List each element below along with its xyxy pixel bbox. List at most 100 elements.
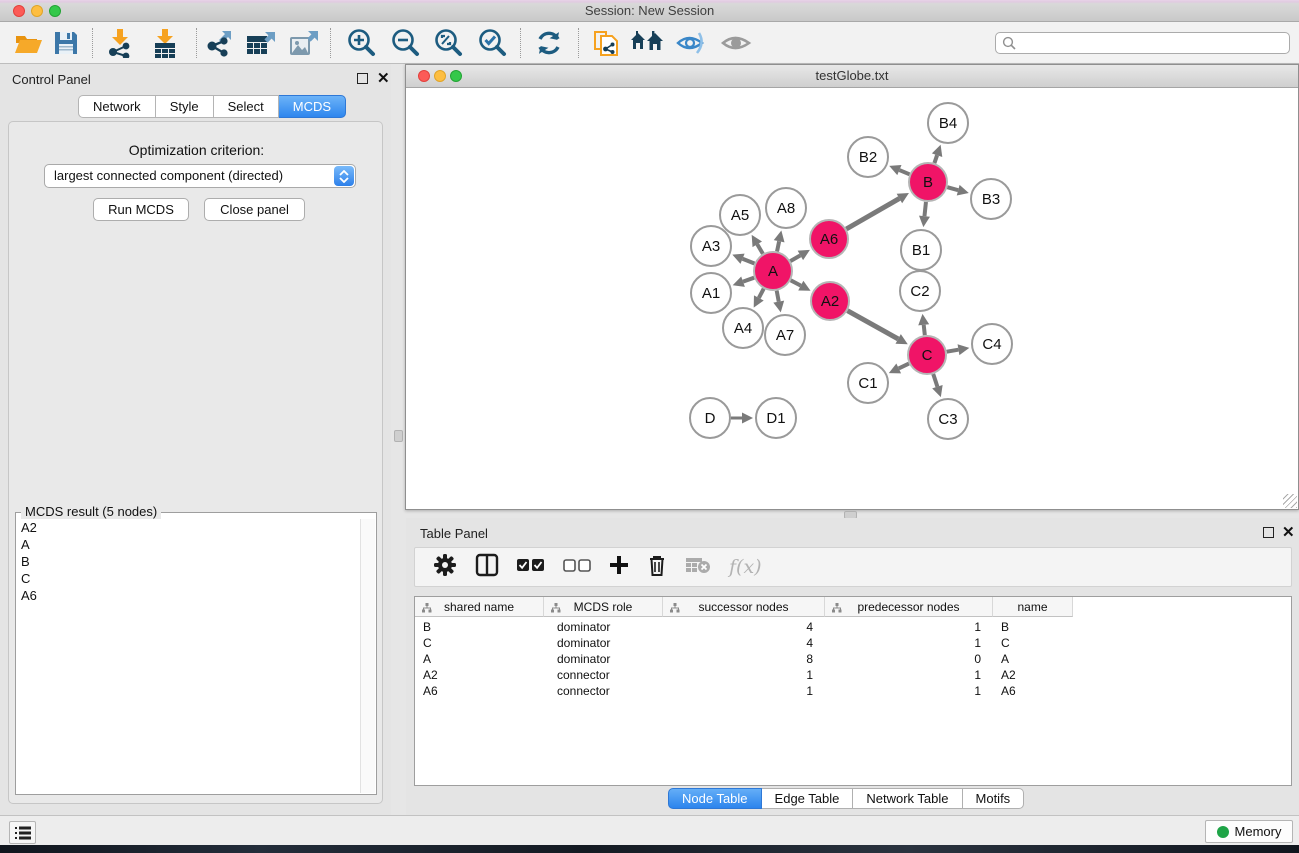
cell-name: A [1001,651,1009,667]
network-canvas[interactable]: AA1A2A3A4A5A6A7A8BB1B2B3B4CC1C2C3C4DD1 [406,88,1298,509]
edge-A-A1[interactable] [743,278,754,282]
tab-edge-table[interactable]: Edge Table [762,788,854,809]
network-graph[interactable]: AA1A2A3A4A5A6A7A8BB1B2B3B4CC1C2C3C4DD1 [406,88,1298,509]
delete-column-icon[interactable] [647,554,667,581]
table-row-A[interactable]: Adominator80A [415,651,1073,667]
edge-A-A3[interactable] [743,259,755,264]
close-network-button[interactable] [418,70,430,82]
function-builder-icon[interactable]: f(x) [729,556,762,578]
zoom-network-button[interactable] [450,70,462,82]
edge-A-A2[interactable] [791,280,801,285]
node-label-B4: B4 [939,115,957,132]
column-header-shared-name[interactable]: shared name [415,597,544,617]
import-table-icon[interactable] [147,27,183,59]
minimize-network-button[interactable] [434,70,446,82]
zoom-selected-icon[interactable] [474,27,510,59]
edge-A-A5[interactable] [757,244,763,253]
show-all-icon[interactable] [718,27,754,59]
minimize-window-button[interactable] [31,5,43,17]
table-row-A6[interactable]: A6connector11A6 [415,683,1073,699]
result-list-scrollbar[interactable] [360,519,375,793]
node-label-B2: B2 [859,149,877,166]
edge-B-B4[interactable] [934,155,937,163]
optimization-criterion-select[interactable]: largest connected component (directed) [44,164,356,188]
toolbar-separator [578,28,579,58]
edge-B-B2[interactable] [899,170,909,174]
close-table-panel-icon[interactable]: ✕ [1282,527,1295,538]
tab-network-table[interactable]: Network Table [853,788,962,809]
task-history-button[interactable] [9,821,36,844]
edge-C-C4[interactable] [947,350,959,352]
close-window-button[interactable] [13,5,25,17]
table-row-A2[interactable]: A2connector11A2 [415,667,1073,683]
tab-style[interactable]: Style [156,95,214,118]
mcds-result-item[interactable]: A2 [17,519,361,536]
arrowhead-icon [932,385,942,397]
edge-B-B1[interactable] [924,202,925,216]
column-header-predecessor-nodes[interactable]: predecessor nodes [825,597,993,617]
zoom-out-icon[interactable] [387,27,423,59]
export-image-icon[interactable] [286,27,322,59]
network-window-titlebar[interactable]: testGlobe.txt [406,65,1298,88]
mcds-result-item[interactable]: C [17,570,361,587]
column-header-successor-nodes[interactable]: successor nodes [663,597,825,617]
float-panel-icon[interactable] [357,73,368,84]
clone-network-icon[interactable] [588,27,624,59]
edge-A-A4[interactable] [759,289,764,298]
save-session-icon[interactable] [48,27,84,59]
hide-selected-icon[interactable] [673,27,709,59]
edge-C-C3[interactable] [933,374,937,387]
import-network-icon[interactable] [102,27,138,59]
memory-button[interactable]: Memory [1205,820,1293,843]
edge-C-C1[interactable] [899,364,909,369]
split-view-icon[interactable] [475,553,499,582]
mcds-result-list[interactable]: A2ABCA6 [17,519,361,793]
close-panel-button[interactable]: Close panel [204,198,305,221]
edge-A-A6[interactable] [790,255,800,261]
float-table-panel-icon[interactable] [1263,527,1274,538]
mcds-result-item[interactable]: B [17,553,361,570]
settings-gear-icon[interactable] [433,553,457,582]
node-label-B: B [923,174,933,191]
zoom-fit-icon[interactable] [430,27,466,59]
tab-select[interactable]: Select [214,95,279,118]
edge-A-A8[interactable] [777,241,779,251]
home-layout-icon[interactable] [629,27,665,59]
table-row-B[interactable]: Bdominator41B [415,619,1073,635]
apply-layout-icon[interactable] [531,27,567,59]
column-header-MCDS-role[interactable]: MCDS role [544,597,663,617]
node-label-A7: A7 [776,327,794,344]
delete-table-icon[interactable] [685,556,711,579]
tab-motifs[interactable]: Motifs [963,788,1025,809]
run-mcds-button[interactable]: Run MCDS [93,198,189,221]
mcds-result-item[interactable]: A6 [17,587,361,604]
edge-C-C2[interactable] [924,325,925,335]
edge-B-B3[interactable] [947,187,958,190]
cell-name: A6 [1001,683,1016,699]
window-titlebar: Session: New Session [0,0,1299,22]
cell-MCDS-role: dominator [557,651,610,667]
search-input[interactable] [995,32,1290,54]
add-column-icon[interactable] [609,555,629,580]
select-all-icon[interactable] [517,558,545,577]
edge-A2-C[interactable] [847,311,898,339]
edge-A-A7[interactable] [777,291,779,302]
tab-node-table[interactable]: Node Table [668,788,762,809]
control-panel-tabs: NetworkStyleSelectMCDS [78,95,346,118]
mcds-result-item[interactable]: A [17,536,361,553]
zoom-in-icon[interactable] [343,27,379,59]
edge-A6-B[interactable] [846,198,899,229]
zoom-window-button[interactable] [49,5,61,17]
column-header-name[interactable]: name [993,597,1073,617]
export-network-icon[interactable] [202,27,238,59]
close-panel-icon[interactable]: ✕ [377,73,390,84]
tab-mcds[interactable]: MCDS [279,95,346,118]
vertical-splitter-handle[interactable] [394,430,403,442]
open-session-icon[interactable] [10,27,46,59]
resize-grip-icon[interactable] [1283,494,1297,508]
export-table-icon[interactable] [243,27,279,59]
tab-network[interactable]: Network [78,95,156,118]
cell-shared-name: A [423,651,431,667]
table-row-C[interactable]: Cdominator41C [415,635,1073,651]
deselect-all-icon[interactable] [563,558,591,577]
